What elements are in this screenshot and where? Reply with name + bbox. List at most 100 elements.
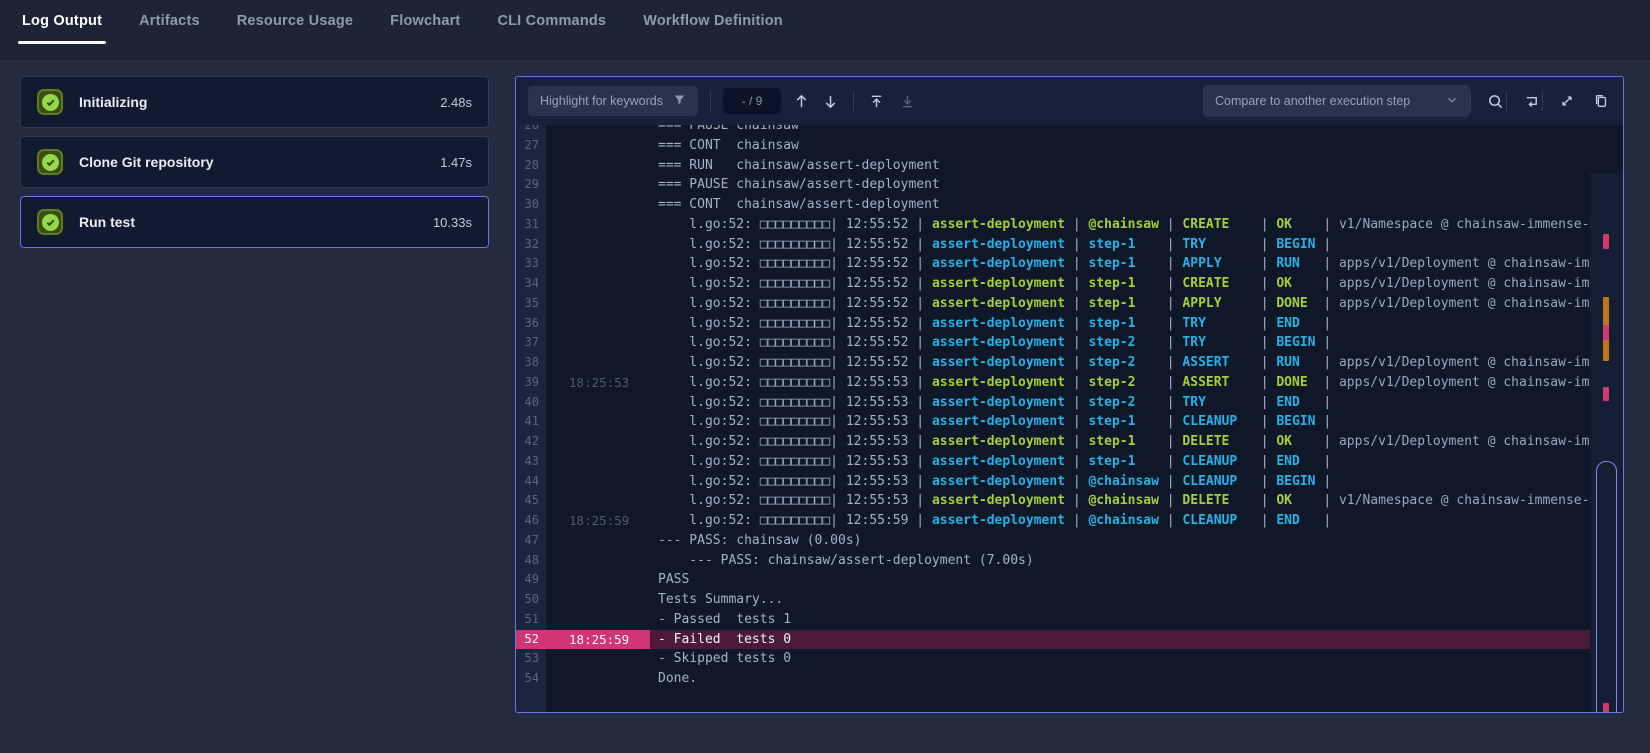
log-text: |	[1159, 314, 1182, 334]
log-text: --- PASS: chainsaw/assert-deployment (7.…	[658, 551, 1034, 571]
log-text: |	[1253, 373, 1276, 393]
line-number[interactable]: 30	[516, 195, 546, 215]
scroll-to-bottom-button[interactable]	[897, 91, 918, 112]
log-line: 49 PASS	[516, 570, 1590, 590]
log-text: - Skipped tests 0	[658, 649, 791, 669]
tab-cli-commands[interactable]: CLI Commands	[495, 0, 608, 60]
log-text: - Failed tests 0	[658, 630, 791, 650]
log-line-gutter: 38	[516, 353, 650, 373]
compare-step-label: Compare to another execution step	[1215, 94, 1410, 108]
line-number[interactable]: 37	[516, 333, 546, 353]
log-line-content: l.go:52: □□□□□□□□□| 12:55:53 | assert-de…	[650, 452, 1590, 472]
log-text: |	[1253, 274, 1276, 294]
log-line: 51- Passed tests 1	[516, 610, 1590, 630]
log-field-cyan: BEGIN	[1276, 333, 1315, 353]
log-line-gutter: 37	[516, 333, 650, 353]
line-number[interactable]: 48	[516, 551, 546, 571]
log-field-green: @chainsaw	[1088, 491, 1158, 511]
copy-icon[interactable]	[1591, 91, 1611, 111]
log-field-cyan: step-1	[1088, 235, 1158, 255]
log-field-green: DELETE	[1182, 432, 1252, 452]
line-number[interactable]: 26	[516, 125, 546, 136]
log-panel: Highlight for keywords - / 9	[515, 76, 1624, 713]
next-match-button[interactable]	[820, 91, 841, 112]
line-number[interactable]: 32	[516, 235, 546, 255]
log-resource: v1/Namespace @ chainsaw-immense-	[1339, 491, 1589, 511]
log-field-green: assert-deployment	[932, 294, 1065, 314]
log-text: |	[1065, 373, 1088, 393]
log-field-cyan: assert-deployment	[932, 353, 1065, 373]
line-number[interactable]: 52	[516, 630, 546, 650]
tab-log-output[interactable]: Log Output	[20, 0, 104, 60]
log-text: |	[1159, 333, 1182, 353]
log-text: |	[1253, 491, 1276, 511]
tab-artifacts[interactable]: Artifacts	[137, 0, 202, 60]
log-field-cyan: assert-deployment	[932, 314, 1065, 334]
log-line-gutter: 26	[516, 125, 650, 136]
compare-step-dropdown[interactable]: Compare to another execution step	[1203, 85, 1470, 117]
line-number[interactable]: 36	[516, 314, 546, 334]
log-text: l.go:52: □□□□□□□□□| 12:55:52 |	[658, 294, 932, 314]
log-line-gutter: 48	[516, 551, 650, 571]
wrap-line-icon[interactable]	[1521, 91, 1542, 112]
log-text: l.go:52: □□□□□□□□□| 12:55:52 |	[658, 333, 932, 353]
line-number[interactable]: 39	[516, 373, 546, 393]
line-number[interactable]: 47	[516, 531, 546, 551]
step-card-initializing[interactable]: Initializing2.48s	[20, 76, 489, 128]
log-text: l.go:52: □□□□□□□□□| 12:55:59 |	[658, 511, 932, 531]
line-number[interactable]: 33	[516, 254, 546, 274]
line-number[interactable]: 29	[516, 175, 546, 195]
log-line-content: l.go:52: □□□□□□□□□| 12:55:52 | assert-de…	[650, 254, 1590, 274]
log-line: 47--- PASS: chainsaw (0.00s)	[516, 531, 1590, 551]
line-number[interactable]: 45	[516, 491, 546, 511]
line-number[interactable]: 43	[516, 452, 546, 472]
log-field-cyan: step-2	[1088, 353, 1158, 373]
line-number[interactable]: 35	[516, 294, 546, 314]
line-number[interactable]: 40	[516, 393, 546, 413]
log-field-green: DONE	[1276, 294, 1315, 314]
line-number[interactable]: 51	[516, 610, 546, 630]
log-line-content: l.go:52: □□□□□□□□□| 12:55:53 | assert-de…	[650, 393, 1590, 413]
log-resource: apps/v1/Deployment @ chainsaw-im	[1339, 294, 1589, 314]
scrollbar-thumb[interactable]	[1596, 461, 1617, 712]
tab-flowchart[interactable]: Flowchart	[388, 0, 462, 60]
line-number[interactable]: 49	[516, 570, 546, 590]
line-number[interactable]: 53	[516, 649, 546, 669]
log-field-cyan: END	[1276, 393, 1315, 413]
log-text: PASS	[658, 570, 689, 590]
step-card-clone-git-repository[interactable]: Clone Git repository 1.47s	[20, 136, 489, 188]
log-line-gutter: 42	[516, 432, 650, 452]
line-number[interactable]: 31	[516, 215, 546, 235]
log-field-cyan: step-1	[1088, 254, 1158, 274]
log-text: Done.	[658, 669, 697, 689]
tab-resource-usage[interactable]: Resource Usage	[235, 0, 355, 60]
line-number[interactable]: 54	[516, 669, 546, 689]
fullscreen-expand-icon[interactable]	[1557, 91, 1577, 111]
log-text: |	[1159, 215, 1182, 235]
line-number[interactable]: 41	[516, 412, 546, 432]
log-line-gutter: 43	[516, 452, 650, 472]
divider	[853, 91, 854, 111]
step-label: Clone Git repository	[79, 154, 214, 170]
previous-match-button[interactable]	[791, 91, 812, 112]
scroll-to-top-button[interactable]	[866, 91, 887, 112]
log-line-content: l.go:52: □□□□□□□□□| 12:55:52 | assert-de…	[650, 235, 1590, 255]
line-number[interactable]: 28	[516, 156, 546, 176]
line-number[interactable]: 38	[516, 353, 546, 373]
log-line-content: === PAUSE chainsaw/assert-deployment	[650, 175, 1590, 195]
step-duration: 1.47s	[440, 155, 472, 170]
line-number[interactable]: 44	[516, 472, 546, 492]
log-line-content: l.go:52: □□□□□□□□□| 12:55:53 | assert-de…	[650, 491, 1590, 511]
highlight-keywords-dropdown[interactable]: Highlight for keywords	[528, 86, 698, 116]
line-number[interactable]: 27	[516, 136, 546, 156]
log-text: === RUN chainsaw/assert-deployment	[658, 156, 940, 176]
steps-sidebar: Initializing2.48s Clone Git repository 1.4…	[20, 76, 489, 713]
log-line-gutter: 49	[516, 570, 650, 590]
line-number[interactable]: 46	[516, 511, 546, 531]
step-card-run-test[interactable]: Run test10.33s	[20, 196, 489, 248]
search-icon[interactable]	[1485, 91, 1506, 112]
tab-workflow-definition[interactable]: Workflow Definition	[641, 0, 785, 60]
line-number[interactable]: 50	[516, 590, 546, 610]
line-number[interactable]: 34	[516, 274, 546, 294]
line-number[interactable]: 42	[516, 432, 546, 452]
